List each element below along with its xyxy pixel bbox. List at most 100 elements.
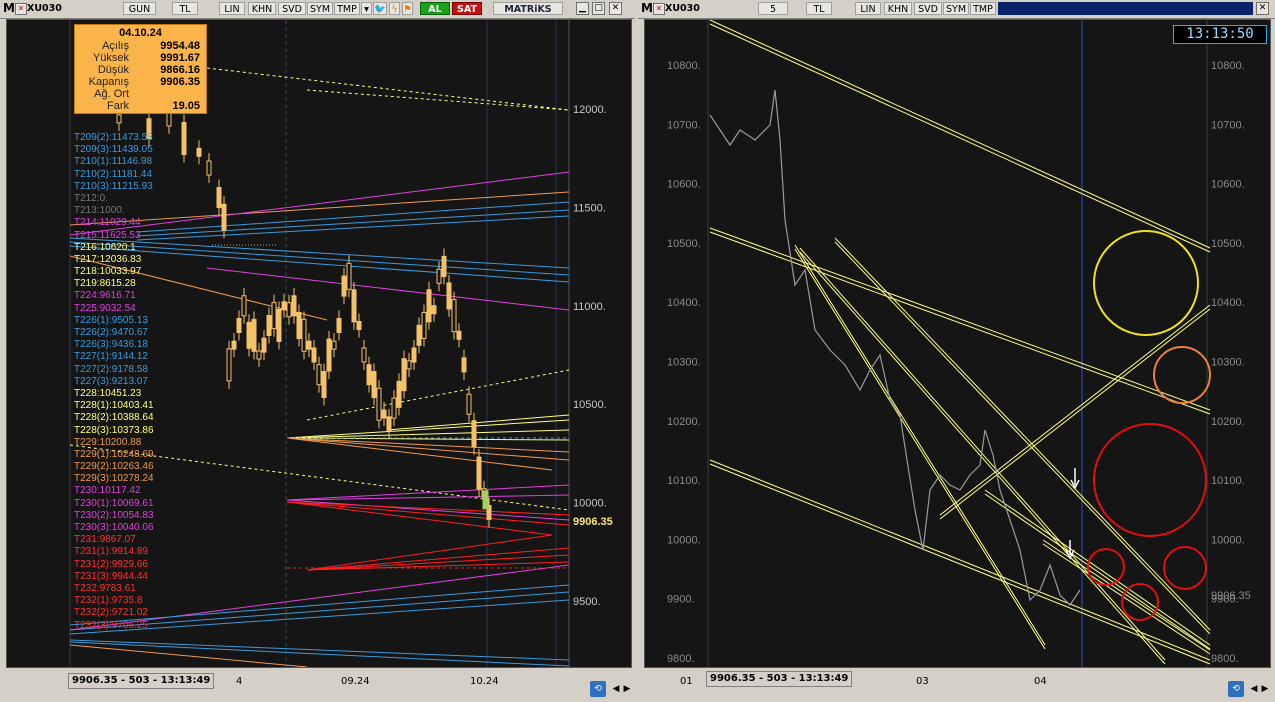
trend-line: [794, 248, 1046, 650]
target-label: T227(1):9144.12: [74, 351, 148, 363]
target-label: T232:9783.61: [74, 582, 136, 594]
candle: [401, 358, 407, 392]
period-button[interactable]: GUN: [123, 2, 156, 15]
left-chart-area[interactable]: 12000. 11500. 11000. 10500. 10000. 9500. 9906.…: [6, 19, 632, 668]
candle: [246, 321, 252, 349]
right-status: 9906.35 - 503 - 13:13:49: [706, 671, 853, 687]
left-x-tick-1: 09.24: [341, 676, 370, 687]
right-chart-area[interactable]: 10800. 10800. 10700. 10700. 10600. 10600. 1050…: [644, 19, 1271, 668]
candle: [216, 187, 222, 209]
candle: [471, 420, 477, 448]
right-symbol[interactable]: XU030: [665, 3, 700, 14]
right-y-tick-left: 10000.: [667, 534, 701, 546]
candle: [336, 317, 342, 333]
arrow-right-icon[interactable]: ▶: [621, 683, 633, 695]
target-label: T209(3):11439.05: [74, 144, 153, 156]
flag-icon[interactable]: ⚑: [402, 2, 413, 15]
candle: [206, 160, 212, 176]
sym-button[interactable]: SYM: [943, 2, 969, 15]
maximize-icon[interactable]: □: [592, 2, 605, 15]
twitter-icon[interactable]: 🐦: [373, 2, 387, 15]
candle: [396, 380, 402, 408]
currency-button[interactable]: TL: [806, 2, 832, 15]
candle: [351, 289, 357, 323]
window-close-icon[interactable]: ✕: [1256, 2, 1269, 15]
candle: [301, 318, 307, 352]
candle: [356, 320, 362, 330]
dropdown-icon[interactable]: ▾: [361, 2, 372, 15]
tmp-button[interactable]: TMP: [334, 2, 360, 15]
target-label: T232(2):9721.02: [74, 607, 148, 619]
arrow-right-icon[interactable]: ▶: [1259, 683, 1271, 695]
right-y-tick-right: 10500.: [1211, 238, 1245, 250]
right-y-tick-left: 9800.: [667, 653, 695, 665]
left-chart-window: M ✕ XU030 GUN TL LIN KHN SVD SYM TMP ▾ 🐦…: [0, 0, 635, 702]
buy-button[interactable]: AL: [420, 2, 450, 15]
close-icon[interactable]: ✕: [653, 3, 665, 15]
target-label: T228(1):10403.41: [74, 400, 154, 412]
candle: [341, 275, 347, 297]
svd-button[interactable]: SVD: [278, 2, 306, 15]
lin-button[interactable]: LIN: [855, 2, 881, 15]
candle: [466, 393, 472, 415]
right-y-tick-left: 10800.: [667, 60, 701, 72]
target-label: T231(2):9929.66: [74, 558, 148, 570]
candle: [391, 397, 397, 419]
right-x-tick-2: 04: [1034, 676, 1047, 687]
info-label: Düşük: [97, 64, 129, 76]
right-last-price: 9906.35: [1211, 590, 1251, 602]
last-candle: [482, 490, 489, 510]
lin-button[interactable]: LIN: [219, 2, 245, 15]
trend-line: [286, 499, 570, 521]
left-y-tick: 12000.: [573, 104, 607, 116]
target-label: T210(2):11181.44: [74, 168, 153, 180]
minimize-icon[interactable]: ▁: [576, 2, 589, 15]
period-button[interactable]: 5: [758, 2, 788, 15]
candle: [366, 364, 372, 386]
clock-display: 13:13:50: [1173, 25, 1267, 44]
target-label: T225:9032.54: [74, 302, 136, 314]
trend-line: [834, 237, 1211, 631]
khn-button[interactable]: KHN: [884, 2, 912, 15]
left-y-tick: 10500.: [573, 399, 607, 411]
left-toolbar: M ✕ XU030 GUN TL LIN KHN SVD SYM TMP ▾ 🐦…: [0, 0, 635, 19]
candle: [251, 318, 257, 352]
sym-button[interactable]: SYM: [307, 2, 333, 15]
khn-button[interactable]: KHN: [248, 2, 276, 15]
left-x-tick-2: 10.24: [470, 676, 499, 687]
refresh-icon[interactable]: ⟲: [590, 681, 606, 697]
menu-m-icon[interactable]: M: [641, 1, 653, 15]
info-value: 9991.67: [160, 52, 200, 64]
right-y-tick-right: 10000.: [1211, 534, 1245, 546]
left-symbol[interactable]: XU030: [27, 3, 62, 14]
info-row: Düşük 9866.16: [75, 64, 202, 76]
menu-m-icon[interactable]: M: [3, 1, 15, 15]
right-y-tick-right: 10200.: [1211, 416, 1245, 428]
target-label: T227(3):9213.07: [74, 375, 148, 387]
trend-line: [984, 493, 1211, 650]
right-y-tick-left: 9900.: [667, 594, 695, 606]
trend-line: [1042, 543, 1211, 655]
close-icon[interactable]: ✕: [15, 3, 27, 15]
candle: [286, 302, 292, 318]
target-label: T228(3):10373.86: [74, 424, 154, 436]
info-value: 9954.48: [160, 40, 200, 52]
target-label: T230:10117.42: [74, 485, 141, 497]
window-close-icon[interactable]: ✕: [609, 2, 622, 15]
candle: [476, 456, 482, 490]
target-label: T215:11625.53: [74, 229, 141, 241]
tmp-button[interactable]: TMP: [970, 2, 996, 15]
target-label: T217:12036.83: [74, 253, 142, 265]
right-y-tick-right: 10400.: [1211, 297, 1245, 309]
svd-button[interactable]: SVD: [914, 2, 942, 15]
candle: [326, 338, 332, 372]
right-y-tick-right: 10800.: [1211, 60, 1245, 72]
sell-button[interactable]: SAT: [452, 2, 482, 15]
currency-button[interactable]: TL: [172, 2, 198, 15]
candle: [256, 350, 262, 360]
right-chart-svg: 10800. 10800. 10700. 10700. 10600. 10600. 1050…: [667, 20, 1251, 667]
bolt-icon[interactable]: ϟ: [389, 2, 400, 15]
right-y-tick-left: 10200.: [667, 416, 701, 428]
target-label: T218:10033.97: [74, 266, 142, 278]
refresh-icon[interactable]: ⟲: [1228, 681, 1244, 697]
